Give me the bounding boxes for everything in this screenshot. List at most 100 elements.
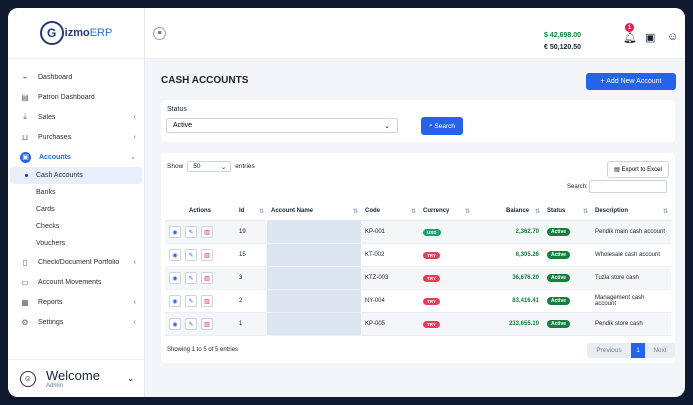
cell-balance: 2,362.70 — [473, 220, 543, 244]
logo[interactable]: G izmoERP — [8, 8, 144, 59]
col-currency[interactable]: Currency ⇅ — [419, 201, 473, 221]
sidebar-item-accounts[interactable]: ▣ Accounts ⌄ — [8, 147, 144, 167]
cell-code: KT-002 — [361, 243, 419, 267]
dashboard-icon: ⌁ — [22, 72, 28, 82]
cell-account-name — [267, 289, 361, 313]
edit-icon[interactable]: ✎ — [185, 318, 197, 330]
user-menu[interactable]: ☺ Welcome Admin ⌄ — [8, 359, 144, 397]
sort-icon: ⇅ — [410, 208, 416, 215]
app-window: G izmoERP ⌁ Dashboard ▤ Patron Dashboard… — [8, 8, 685, 397]
status-select[interactable]: Active ⌄ — [166, 118, 398, 133]
bell-icon[interactable]: 🔔︎ — [623, 31, 637, 44]
delete-icon[interactable]: ▥ — [201, 249, 213, 261]
cell-balance: 83,416.41 — [473, 289, 543, 313]
page-1-button[interactable]: 1 — [631, 343, 645, 358]
welcome-user: Admin — [46, 383, 64, 389]
table-row: ◉ ✎ ▥ 2 NY-004 TRY 83,416.41 Active Manage… — [165, 289, 671, 313]
view-icon[interactable]: ◉ — [169, 249, 181, 261]
store-icon[interactable]: ▣ — [645, 31, 655, 44]
search-button[interactable]: ⌕ Search — [421, 117, 463, 135]
sidebar-item-portfolio[interactable]: ▯ Check/Document Portfolio ‹ — [8, 252, 144, 272]
edit-icon[interactable]: ✎ — [185, 272, 197, 284]
sidebar: G izmoERP ⌁ Dashboard ▤ Patron Dashboard… — [8, 8, 145, 397]
table-search-input[interactable] — [589, 180, 667, 193]
sidebar-subitem-vouchers[interactable]: Vouchers — [8, 235, 144, 252]
col-status[interactable]: Status ⇅ — [543, 201, 591, 221]
delete-icon[interactable]: ▥ — [201, 272, 213, 284]
sidebar-nav: ⌁ Dashboard ▤ Patron Dashboard ⤓ Sales ‹… — [8, 59, 144, 332]
cell-balance: 6,305.26 — [473, 243, 543, 267]
sidebar-item-purchases[interactable]: ⊔ Purchases ‹ — [8, 127, 144, 147]
delete-icon[interactable]: ▥ — [201, 318, 213, 330]
sidebar-subitem-banks[interactable]: Banks — [8, 184, 144, 201]
sort-icon: ⇅ — [464, 208, 470, 215]
chevron-down-icon: ⌄ — [220, 163, 227, 171]
sidebar-item-label: Accounts — [39, 153, 71, 161]
logo-name: izmo — [64, 27, 90, 39]
col-code[interactable]: Code ⇅ — [361, 201, 419, 221]
cell-balance: 233,655.10 — [473, 312, 543, 336]
status-badge: Active — [547, 274, 571, 282]
col-account-name[interactable]: Account Name ⇅ — [267, 201, 361, 221]
chevron-down-icon: ⌄ — [127, 374, 134, 383]
sidebar-item-account-movements[interactable]: ▭ Account Movements — [8, 272, 144, 292]
sidebar-item-label: Reports — [38, 298, 63, 306]
settings-icon: ⚙ — [21, 317, 29, 327]
sort-icon: ⇅ — [258, 208, 264, 215]
sidebar-subitem-cards[interactable]: Cards — [8, 201, 144, 218]
view-icon[interactable]: ◉ — [169, 318, 181, 330]
search-icon: ⌕ — [428, 122, 433, 129]
previous-button[interactable]: Previous — [587, 343, 631, 358]
edit-icon[interactable]: ✎ — [185, 295, 197, 307]
table-row: ◉ ✎ ▥ 3 KTZ-003 TRY 36,676.20 Active Tuzla… — [165, 266, 671, 290]
sidebar-item-label: Account Movements — [38, 278, 102, 286]
export-excel-button[interactable]: ▤ Export to Excel — [607, 161, 669, 178]
user-icon[interactable]: ☺ — [667, 31, 678, 43]
sidebar-item-sales[interactable]: ⤓ Sales ‹ — [8, 107, 144, 127]
sidebar-subitem-checks[interactable]: Checks — [8, 218, 144, 235]
currency-badge: TRY — [423, 297, 440, 305]
delete-icon[interactable]: ▥ — [201, 226, 213, 238]
sort-icon: ⇅ — [352, 208, 358, 215]
currency-badge: TRY — [423, 251, 440, 259]
sidebar-item-patron-dashboard[interactable]: ▤ Patron Dashboard — [8, 87, 144, 107]
cell-description: Tuzla store cash — [591, 266, 671, 290]
reports-icon: ▦ — [21, 297, 29, 307]
view-icon[interactable]: ◉ — [169, 226, 181, 238]
col-balance[interactable]: Balance ⇅ — [473, 201, 543, 221]
cell-account-name — [267, 220, 361, 244]
sidebar-item-settings[interactable]: ⚙ Settings ‹ — [8, 312, 144, 332]
sidebar-item-dashboard[interactable]: ⌁ Dashboard — [8, 67, 144, 87]
status-value: Active — [173, 122, 193, 129]
sidebar-item-label: Purchases — [38, 133, 72, 141]
col-description[interactable]: Description ⇅ — [591, 201, 671, 221]
balance-eur: € 50,120.50 — [544, 44, 581, 51]
cell-id: 15 — [235, 243, 267, 267]
chevron-left-icon: ‹ — [133, 298, 136, 306]
notification-badge: 1 — [625, 23, 634, 32]
sidebar-subitem-cash-accounts[interactable]: Cash Accounts — [10, 167, 142, 184]
view-icon[interactable]: ◉ — [169, 272, 181, 284]
delete-icon[interactable]: ▥ — [201, 295, 213, 307]
sidebar-item-reports[interactable]: ▦ Reports ‹ — [8, 292, 144, 312]
page-size-select[interactable]: 50 ⌄ — [187, 161, 232, 172]
subitem-label: Banks — [36, 189, 56, 196]
col-id[interactable]: Id ⇅ — [235, 201, 267, 221]
menu-toggle-icon[interactable]: ≡ — [153, 27, 166, 40]
sort-icon: ⇅ — [582, 208, 588, 215]
add-new-account-button[interactable]: + Add New Account — [586, 73, 676, 90]
cell-account-name — [267, 243, 361, 267]
accounts-icon: ▣ — [20, 151, 31, 163]
sidebar-item-label: Patron Dashboard — [38, 93, 95, 101]
portfolio-icon: ▯ — [22, 257, 28, 267]
edit-icon[interactable]: ✎ — [185, 226, 197, 238]
table-search-label: Search: — [567, 184, 588, 190]
status-badge: Active — [547, 320, 571, 328]
next-button[interactable]: Next — [645, 343, 675, 358]
cell-description: Pendik main cash account — [591, 220, 671, 244]
sidebar-item-label: Check/Document Portfolio — [38, 258, 120, 266]
cell-description: Management cash account — [591, 289, 671, 313]
view-icon[interactable]: ◉ — [169, 295, 181, 307]
edit-icon[interactable]: ✎ — [185, 249, 197, 261]
logo-mark-icon: G — [39, 21, 64, 45]
